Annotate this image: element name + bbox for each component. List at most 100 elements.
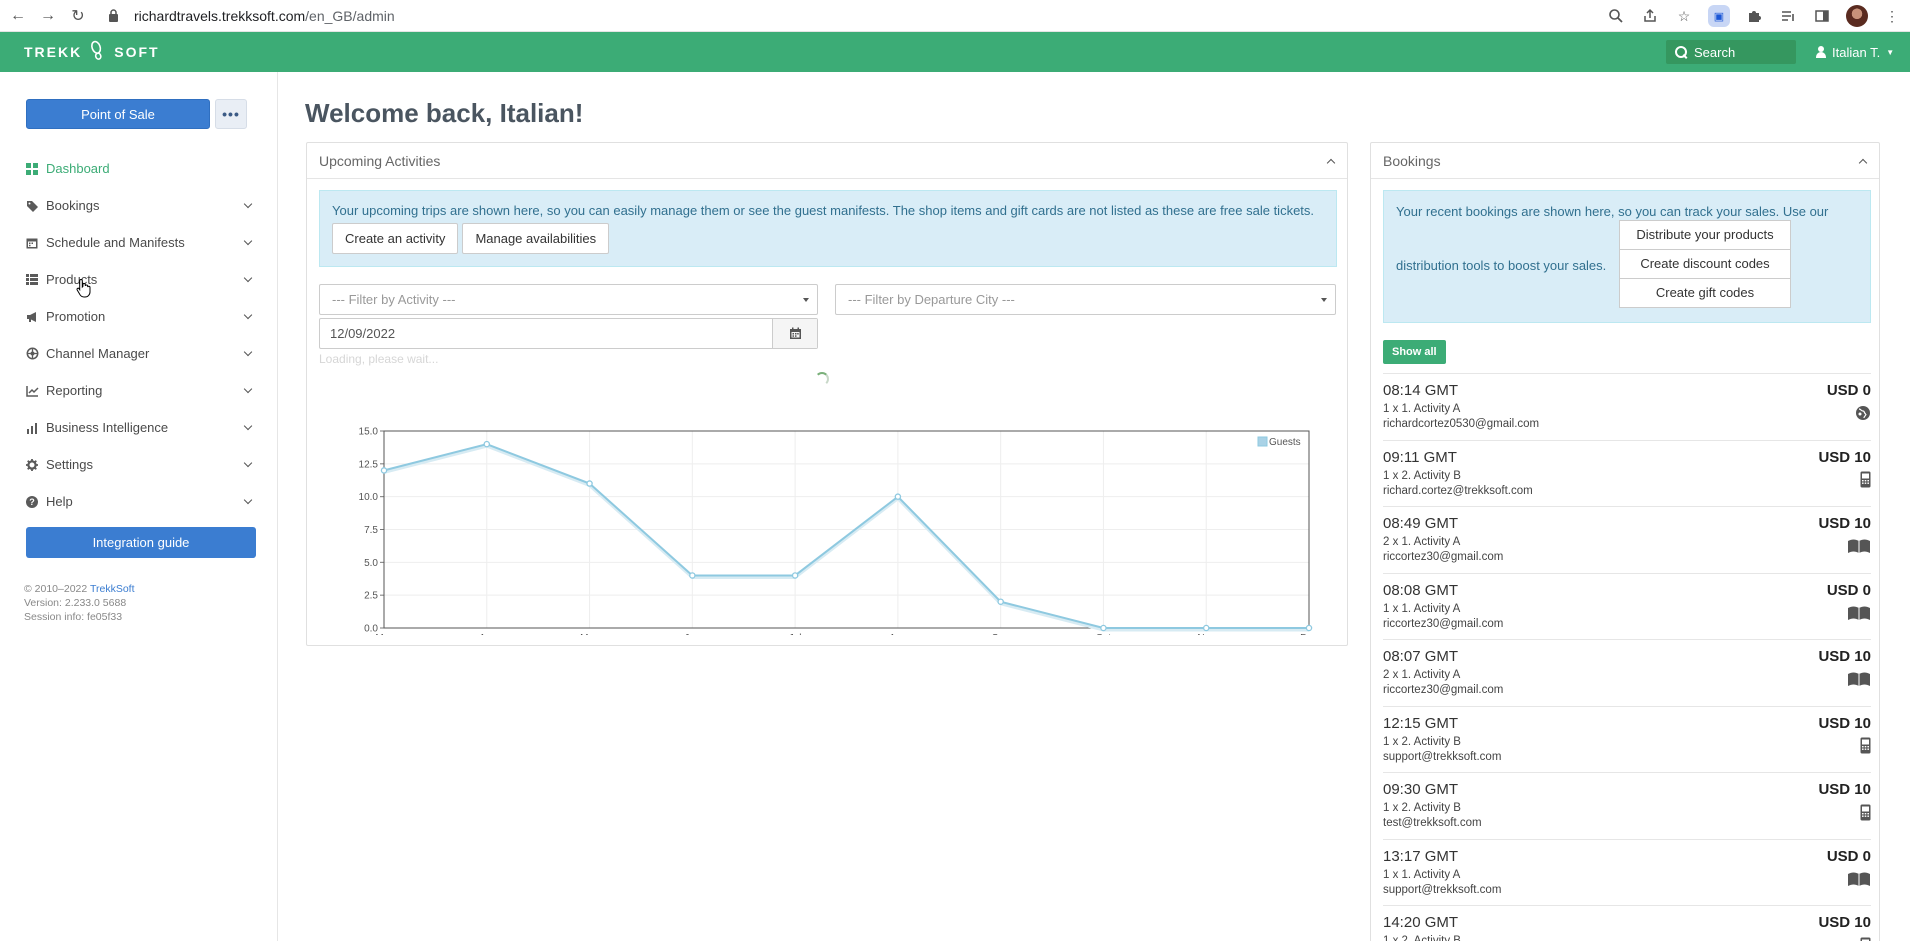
booking-row[interactable]: 09:11 GMT 1 x 2. Activity B richard.cortez… xyxy=(1383,439,1871,507)
sidebar-item-settings[interactable]: Settings xyxy=(0,446,278,483)
forward-icon[interactable]: → xyxy=(36,4,60,28)
sidebar-item-label: Settings xyxy=(46,457,93,472)
date-input[interactable]: 12/09/2022 xyxy=(319,318,818,349)
legend-label: Guests xyxy=(1269,437,1301,448)
x-tick-label: Sep xyxy=(992,633,1010,635)
tag-icon xyxy=(26,199,42,213)
booking-time: 09:30 GMT xyxy=(1383,781,1459,798)
filter-activity-select[interactable]: --- Filter by Activity --- xyxy=(319,284,818,315)
point-of-sale-button[interactable]: Point of Sale xyxy=(26,99,210,129)
chevron-down-icon xyxy=(244,238,252,246)
distribute-products-button[interactable]: Distribute your products xyxy=(1619,220,1791,250)
copyright: © 2010–2022 xyxy=(24,583,90,595)
gear-icon xyxy=(26,458,42,472)
manage-availabilities-button[interactable]: Manage availabilities xyxy=(462,223,610,254)
booking-description: 1 x 2. Activity B xyxy=(1383,735,1461,748)
integration-guide-button[interactable]: Integration guide xyxy=(26,527,256,558)
extension-icon[interactable]: ▣ xyxy=(1708,5,1730,27)
profile-avatar[interactable] xyxy=(1846,5,1868,27)
footprint-icon xyxy=(86,38,110,67)
chevron-down-icon xyxy=(244,386,252,394)
chevron-down-icon xyxy=(244,423,252,431)
sidebar-item-label: Schedule and Manifests xyxy=(46,235,185,250)
booking-row[interactable]: 12:15 GMT 1 x 2. Activity B support@trekks… xyxy=(1383,705,1871,773)
y-tick-label: 5.0 xyxy=(364,558,378,569)
panel-header[interactable]: Bookings xyxy=(1371,143,1879,179)
booking-row[interactable]: 08:07 GMT 2 x 1. Activity A riccortez30@gm… xyxy=(1383,639,1871,706)
booking-row[interactable]: 13:17 GMT 1 x 1. Activity A support@trekks… xyxy=(1383,838,1871,906)
show-all-button[interactable]: Show all xyxy=(1383,340,1446,364)
chevron-down-icon xyxy=(244,312,252,320)
user-name: Italian T. xyxy=(1832,44,1881,60)
sidebar-item-label: Business Intelligence xyxy=(46,420,169,435)
sidebar-item-label: Help xyxy=(46,494,73,509)
booking-time: 14:20 GMT xyxy=(1383,914,1459,931)
y-tick-label: 12.5 xyxy=(359,459,379,470)
booking-description: 2 x 1. Activity A xyxy=(1383,669,1461,681)
y-tick-label: 2.5 xyxy=(364,591,378,602)
phone-icon xyxy=(1847,471,1871,489)
url-path: /en_GB/admin xyxy=(305,8,395,24)
sidebar-item-products[interactable]: Products xyxy=(0,261,278,298)
x-tick-label: Dec xyxy=(1300,633,1317,635)
filter-city-select[interactable]: --- Filter by Departure City --- xyxy=(835,284,1336,315)
panel-header[interactable]: Upcoming Activities xyxy=(307,143,1347,179)
booking-time: 08:07 GMT xyxy=(1383,648,1459,665)
book-icon xyxy=(1847,670,1871,688)
kebab-menu-icon[interactable]: ⋮ xyxy=(1882,6,1902,26)
sidebar-item-promotion[interactable]: Promotion xyxy=(0,298,278,335)
chevron-up-icon[interactable] xyxy=(1327,158,1335,166)
x-tick-label: Nov xyxy=(1197,633,1215,635)
dashboard-icon xyxy=(26,162,42,176)
create-activity-button[interactable]: Create an activity xyxy=(332,223,459,254)
share-icon[interactable] xyxy=(1640,6,1660,26)
booking-row[interactable]: 14:20 GMT 1 x 2. Activity B USD 10 xyxy=(1383,905,1871,941)
create-gift-codes-button[interactable]: Create gift codes xyxy=(1619,278,1791,308)
sidebar-item-channel-manager[interactable]: Channel Manager xyxy=(0,335,278,372)
puzzle-icon[interactable] xyxy=(1744,6,1764,26)
booking-row[interactable]: 08:08 GMT 1 x 1. Activity A riccortez30@gm… xyxy=(1383,572,1871,640)
create-discount-codes-button[interactable]: Create discount codes xyxy=(1619,249,1791,279)
sidebar-item-label: Dashboard xyxy=(46,161,110,176)
sidebar-item-business-intelligence[interactable]: Business Intelligence xyxy=(0,409,278,446)
booking-email: riccortez30@gmail.com xyxy=(1383,684,1504,696)
x-tick-label: Jun xyxy=(684,633,700,635)
reload-icon[interactable]: ↻ xyxy=(66,4,90,28)
booking-email: support@trekksoft.com xyxy=(1383,750,1502,763)
booking-amount: USD 10 xyxy=(1818,448,1871,466)
booking-email: support@trekksoft.com xyxy=(1383,883,1502,896)
data-point xyxy=(1100,624,1107,632)
book-icon xyxy=(1847,870,1871,888)
side-panel-icon[interactable] xyxy=(1812,6,1832,26)
sidebar-item-schedule-and-manifests[interactable]: Schedule and Manifests xyxy=(0,224,278,261)
sidebar-item-reporting[interactable]: Reporting xyxy=(0,372,278,409)
bookmark-star-icon[interactable]: ☆ xyxy=(1674,6,1694,26)
page-title: Welcome back, Italian! xyxy=(305,98,584,128)
browser-toolbar: ← → ↻ richardtravels.trekksoft.com/en_GB… xyxy=(0,0,1910,32)
version-text: Version: 2.233.0 5688 xyxy=(24,597,127,609)
back-icon[interactable]: ← xyxy=(6,4,30,28)
svg-text:?: ? xyxy=(29,497,35,507)
calendar-icon[interactable] xyxy=(772,319,817,348)
sidebar-item-dashboard[interactable]: Dashboard xyxy=(0,150,278,187)
phone-icon xyxy=(1847,737,1871,755)
trekksoft-logo[interactable]: TREKK SOFT xyxy=(24,32,160,72)
sidebar-item-bookings[interactable]: Bookings xyxy=(0,187,278,224)
more-options-button[interactable]: ••• xyxy=(215,99,247,129)
panel-title: Upcoming Activities xyxy=(319,152,441,169)
sidebar-menu: Dashboard Bookings Schedule and Manifests P… xyxy=(0,150,278,520)
booking-email: richardcortez0530@gmail.com xyxy=(1383,418,1540,430)
booking-row[interactable]: 08:14 GMT 1 x 1. Activity A richardcortez0… xyxy=(1383,373,1871,440)
address-bar[interactable]: richardtravels.trekksoft.com/en_GB/admin xyxy=(100,3,1630,29)
trekksoft-link[interactable]: TrekkSoft xyxy=(90,583,135,595)
zoom-icon[interactable] xyxy=(1606,6,1626,26)
header-search-input[interactable]: Search xyxy=(1666,40,1796,64)
sidebar-item-help[interactable]: ? Help xyxy=(0,483,278,520)
chevron-up-icon[interactable] xyxy=(1859,158,1867,166)
bookings-info-text-2: distribution tools to boost your sales. xyxy=(1396,258,1607,273)
reading-list-icon[interactable] xyxy=(1778,6,1798,26)
booking-email: richard.cortez@trekksoft.com xyxy=(1383,484,1533,497)
booking-row[interactable]: 08:49 GMT 2 x 1. Activity A riccortez30@gm… xyxy=(1383,506,1871,573)
booking-row[interactable]: 09:30 GMT 1 x 2. Activity B test@trekksoft… xyxy=(1383,772,1871,839)
user-menu[interactable]: Italian T. ▼ xyxy=(1816,32,1894,72)
